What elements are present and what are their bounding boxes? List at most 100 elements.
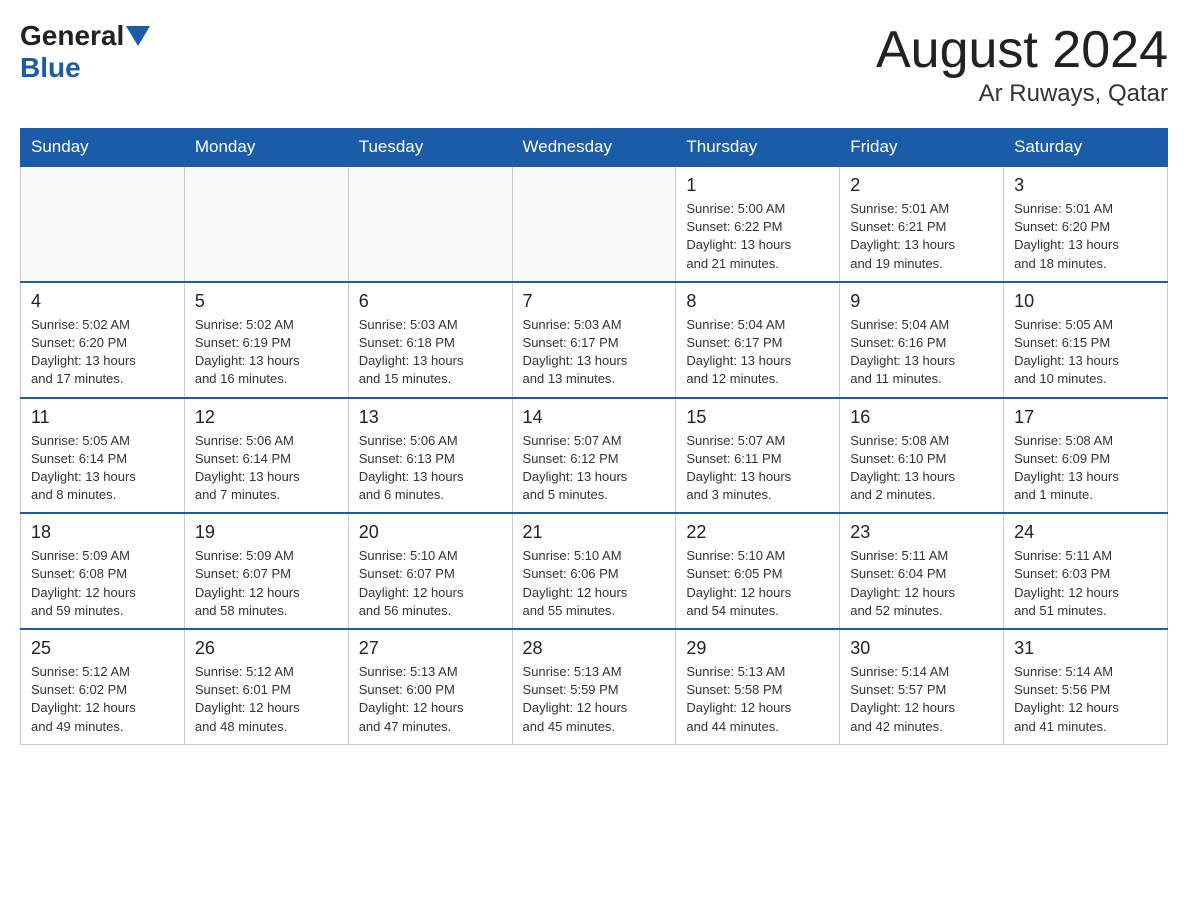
day-number: 26 — [195, 638, 338, 659]
day-header-thursday: Thursday — [676, 129, 840, 167]
day-number: 11 — [31, 407, 174, 428]
day-number: 6 — [359, 291, 502, 312]
day-number: 19 — [195, 522, 338, 543]
calendar-cell: 8 Sunrise: 5:04 AM Sunset: 6:17 PM Daylig… — [676, 282, 840, 398]
title-block: August 2024 Ar Ruways, Qatar — [876, 20, 1168, 108]
calendar-cell: 10 Sunrise: 5:05 AM Sunset: 6:15 PM Dayli… — [1004, 282, 1168, 398]
calendar-table: SundayMondayTuesdayWednesdayThursdayFrid… — [20, 128, 1168, 745]
page-header: General Blue August 2024 Ar Ruways, Qata… — [20, 20, 1168, 108]
day-info: Sunrise: 5:13 AM Sunset: 5:58 PM Dayligh… — [686, 663, 829, 736]
day-info: Sunrise: 5:07 AM Sunset: 6:11 PM Dayligh… — [686, 432, 829, 505]
day-info: Sunrise: 5:14 AM Sunset: 5:56 PM Dayligh… — [1014, 663, 1157, 736]
day-header-tuesday: Tuesday — [348, 129, 512, 167]
day-number: 27 — [359, 638, 502, 659]
calendar-cell: 1 Sunrise: 5:00 AM Sunset: 6:22 PM Daylig… — [676, 166, 840, 282]
day-info: Sunrise: 5:04 AM Sunset: 6:16 PM Dayligh… — [850, 316, 993, 389]
day-info: Sunrise: 5:10 AM Sunset: 6:05 PM Dayligh… — [686, 547, 829, 620]
day-info: Sunrise: 5:00 AM Sunset: 6:22 PM Dayligh… — [686, 200, 829, 273]
logo-general-text: General — [20, 20, 124, 52]
day-number: 18 — [31, 522, 174, 543]
day-info: Sunrise: 5:10 AM Sunset: 6:07 PM Dayligh… — [359, 547, 502, 620]
day-number: 12 — [195, 407, 338, 428]
calendar-cell: 2Sunrise: 5:01 AM Sunset: 6:21 PM Daylig… — [840, 166, 1004, 282]
day-number: 28 — [523, 638, 666, 659]
day-info: Sunrise: 5:09 AM Sunset: 6:07 PM Dayligh… — [195, 547, 338, 620]
day-number: 17 — [1014, 407, 1157, 428]
day-info: Sunrise: 5:04 AM Sunset: 6:17 PM Dayligh… — [686, 316, 829, 389]
calendar-cell: 7 Sunrise: 5:03 AM Sunset: 6:17 PM Daylig… — [512, 282, 676, 398]
day-header-saturday: Saturday — [1004, 129, 1168, 167]
day-number: 29 — [686, 638, 829, 659]
day-number: 20 — [359, 522, 502, 543]
calendar-cell: 4 Sunrise: 5:02 AM Sunset: 6:20 PM Daylig… — [21, 282, 185, 398]
day-info: Sunrise: 5:13 AM Sunset: 5:59 PM Dayligh… — [523, 663, 666, 736]
day-info: Sunrise: 5:09 AM Sunset: 6:08 PM Dayligh… — [31, 547, 174, 620]
day-number: 8 — [686, 291, 829, 312]
day-number: 9 — [850, 291, 993, 312]
calendar-cell: 9 Sunrise: 5:04 AM Sunset: 6:16 PM Daylig… — [840, 282, 1004, 398]
day-number: 30 — [850, 638, 993, 659]
day-header-sunday: Sunday — [21, 129, 185, 167]
calendar-cell: 15 Sunrise: 5:07 AM Sunset: 6:11 PM Dayli… — [676, 398, 840, 514]
calendar-cell: 25 Sunrise: 5:12 AM Sunset: 6:02 PM Dayli… — [21, 629, 185, 744]
calendar-cell — [184, 166, 348, 282]
day-header-monday: Monday — [184, 129, 348, 167]
day-number: 23 — [850, 522, 993, 543]
calendar-week-row: 25 Sunrise: 5:12 AM Sunset: 6:02 PM Dayli… — [21, 629, 1168, 744]
day-number: 1 — [686, 175, 829, 196]
calendar-cell: 18 Sunrise: 5:09 AM Sunset: 6:08 PM Dayli… — [21, 513, 185, 629]
calendar-cell: 17 Sunrise: 5:08 AM Sunset: 6:09 PM Dayli… — [1004, 398, 1168, 514]
calendar-cell: 11 Sunrise: 5:05 AM Sunset: 6:14 PM Dayli… — [21, 398, 185, 514]
calendar-cell: 12Sunrise: 5:06 AM Sunset: 6:14 PM Dayli… — [184, 398, 348, 514]
day-header-friday: Friday — [840, 129, 1004, 167]
calendar-cell: 29 Sunrise: 5:13 AM Sunset: 5:58 PM Dayli… — [676, 629, 840, 744]
day-info: Sunrise: 5:14 AM Sunset: 5:57 PM Dayligh… — [850, 663, 993, 736]
day-info: Sunrise: 5:03 AM Sunset: 6:17 PM Dayligh… — [523, 316, 666, 389]
day-info: Sunrise: 5:08 AM Sunset: 6:09 PM Dayligh… — [1014, 432, 1157, 505]
calendar-week-row: 4 Sunrise: 5:02 AM Sunset: 6:20 PM Daylig… — [21, 282, 1168, 398]
calendar-cell: 21 Sunrise: 5:10 AM Sunset: 6:06 PM Dayli… — [512, 513, 676, 629]
day-info: Sunrise: 5:08 AM Sunset: 6:10 PM Dayligh… — [850, 432, 993, 505]
day-info: Sunrise: 5:02 AM Sunset: 6:20 PM Dayligh… — [31, 316, 174, 389]
day-info: Sunrise: 5:03 AM Sunset: 6:18 PM Dayligh… — [359, 316, 502, 389]
day-header-wednesday: Wednesday — [512, 129, 676, 167]
day-number: 5 — [195, 291, 338, 312]
calendar-cell: 20 Sunrise: 5:10 AM Sunset: 6:07 PM Dayli… — [348, 513, 512, 629]
calendar-cell: 30 Sunrise: 5:14 AM Sunset: 5:57 PM Dayli… — [840, 629, 1004, 744]
calendar-cell: 13 Sunrise: 5:06 AM Sunset: 6:13 PM Dayli… — [348, 398, 512, 514]
calendar-cell: 14Sunrise: 5:07 AM Sunset: 6:12 PM Dayli… — [512, 398, 676, 514]
day-info: Sunrise: 5:06 AM Sunset: 6:13 PM Dayligh… — [359, 432, 502, 505]
day-info: Sunrise: 5:13 AM Sunset: 6:00 PM Dayligh… — [359, 663, 502, 736]
day-number: 3 — [1014, 175, 1157, 196]
logo-blue-text: Blue — [20, 52, 81, 83]
day-number: 25 — [31, 638, 174, 659]
day-info: Sunrise: 5:11 AM Sunset: 6:04 PM Dayligh… — [850, 547, 993, 620]
logo-triangle-icon — [126, 26, 150, 46]
day-number: 31 — [1014, 638, 1157, 659]
day-info: Sunrise: 5:01 AM Sunset: 6:20 PM Dayligh… — [1014, 200, 1157, 273]
day-number: 16 — [850, 407, 993, 428]
calendar-cell: 3 Sunrise: 5:01 AM Sunset: 6:20 PM Daylig… — [1004, 166, 1168, 282]
day-number: 4 — [31, 291, 174, 312]
calendar-cell: 24Sunrise: 5:11 AM Sunset: 6:03 PM Dayli… — [1004, 513, 1168, 629]
day-number: 2 — [850, 175, 993, 196]
day-info: Sunrise: 5:07 AM Sunset: 6:12 PM Dayligh… — [523, 432, 666, 505]
day-info: Sunrise: 5:05 AM Sunset: 6:15 PM Dayligh… — [1014, 316, 1157, 389]
calendar-cell: 22 Sunrise: 5:10 AM Sunset: 6:05 PM Dayli… — [676, 513, 840, 629]
calendar-cell: 16 Sunrise: 5:08 AM Sunset: 6:10 PM Dayli… — [840, 398, 1004, 514]
day-info: Sunrise: 5:12 AM Sunset: 6:02 PM Dayligh… — [31, 663, 174, 736]
day-info: Sunrise: 5:10 AM Sunset: 6:06 PM Dayligh… — [523, 547, 666, 620]
calendar-cell: 31 Sunrise: 5:14 AM Sunset: 5:56 PM Dayli… — [1004, 629, 1168, 744]
day-info: Sunrise: 5:05 AM Sunset: 6:14 PM Dayligh… — [31, 432, 174, 505]
calendar-cell — [348, 166, 512, 282]
day-number: 15 — [686, 407, 829, 428]
calendar-cell — [512, 166, 676, 282]
day-number: 7 — [523, 291, 666, 312]
day-number: 22 — [686, 522, 829, 543]
day-number: 21 — [523, 522, 666, 543]
calendar-cell: 26Sunrise: 5:12 AM Sunset: 6:01 PM Dayli… — [184, 629, 348, 744]
day-number: 10 — [1014, 291, 1157, 312]
day-number: 13 — [359, 407, 502, 428]
calendar-week-row: 18 Sunrise: 5:09 AM Sunset: 6:08 PM Dayli… — [21, 513, 1168, 629]
day-info: Sunrise: 5:02 AM Sunset: 6:19 PM Dayligh… — [195, 316, 338, 389]
